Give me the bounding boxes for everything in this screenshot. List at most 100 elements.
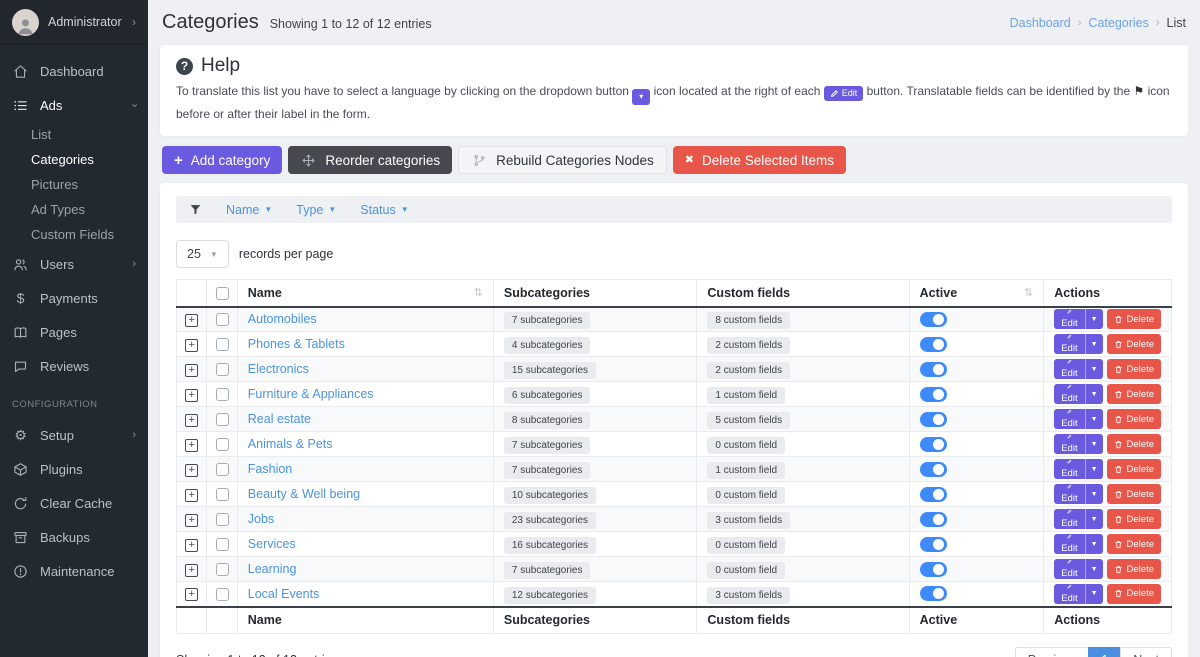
expand-row-button[interactable]: + — [185, 439, 198, 452]
next-page-button[interactable]: Next — [1120, 647, 1172, 657]
delete-button[interactable]: Delete — [1107, 434, 1161, 454]
expand-row-button[interactable]: + — [185, 564, 198, 577]
filter-status-dropdown[interactable]: Status▼ — [360, 203, 408, 217]
category-link[interactable]: Electronics — [248, 362, 309, 376]
sidebar-subitem-list[interactable]: List — [0, 122, 148, 147]
edit-button[interactable]: Edit ▼ — [1054, 359, 1102, 379]
user-menu[interactable]: Administrator › — [0, 0, 148, 45]
edit-dropdown-caret[interactable]: ▼ — [1085, 409, 1103, 429]
row-checkbox[interactable] — [216, 388, 229, 401]
sidebar-item-clear-cache[interactable]: Clear Cache — [0, 486, 148, 520]
sidebar-item-users[interactable]: Users› — [0, 247, 148, 281]
column-header-name[interactable]: Name⇅ — [237, 280, 493, 307]
breadcrumb-dashboard[interactable]: Dashboard — [1010, 16, 1071, 30]
active-toggle[interactable] — [920, 537, 947, 552]
active-toggle[interactable] — [920, 586, 947, 601]
row-checkbox[interactable] — [216, 363, 229, 376]
delete-button[interactable]: Delete — [1107, 534, 1161, 554]
sidebar-subitem-pictures[interactable]: Pictures — [0, 172, 148, 197]
breadcrumb-categories[interactable]: Categories — [1088, 16, 1148, 30]
edit-button[interactable]: Edit ▼ — [1054, 434, 1102, 454]
expand-row-button[interactable]: + — [185, 339, 198, 352]
expand-row-button[interactable]: + — [185, 588, 198, 601]
edit-button[interactable]: Edit ▼ — [1054, 584, 1102, 604]
edit-dropdown-caret[interactable]: ▼ — [1085, 559, 1103, 579]
edit-button[interactable]: Edit ▼ — [1054, 384, 1102, 404]
expand-row-button[interactable]: + — [185, 389, 198, 402]
delete-button[interactable]: Delete — [1107, 484, 1161, 504]
active-toggle[interactable] — [920, 387, 947, 402]
category-link[interactable]: Animals & Pets — [248, 437, 333, 451]
category-link[interactable]: Phones & Tablets — [248, 337, 345, 351]
category-link[interactable]: Furniture & Appliances — [248, 387, 374, 401]
row-checkbox[interactable] — [216, 338, 229, 351]
filter-type-dropdown[interactable]: Type▼ — [296, 203, 336, 217]
sidebar-subitem-categories[interactable]: Categories — [0, 147, 148, 172]
select-all-checkbox[interactable] — [216, 287, 229, 300]
previous-page-button[interactable]: Previous — [1015, 647, 1090, 657]
category-link[interactable]: Services — [248, 537, 296, 551]
edit-dropdown-caret[interactable]: ▼ — [1085, 534, 1103, 554]
active-toggle[interactable] — [920, 312, 947, 327]
edit-button[interactable]: Edit ▼ — [1054, 459, 1102, 479]
row-checkbox[interactable] — [216, 513, 229, 526]
category-link[interactable]: Automobiles — [248, 312, 317, 326]
delete-button[interactable]: Delete — [1107, 584, 1161, 604]
edit-dropdown-caret[interactable]: ▼ — [1085, 434, 1103, 454]
delete-button[interactable]: Delete — [1107, 359, 1161, 379]
delete-button[interactable]: Delete — [1107, 409, 1161, 429]
edit-dropdown-caret[interactable]: ▼ — [1085, 509, 1103, 529]
category-link[interactable]: Learning — [248, 562, 297, 576]
edit-button[interactable]: Edit ▼ — [1054, 309, 1102, 329]
sidebar-item-backups[interactable]: Backups — [0, 520, 148, 554]
edit-dropdown-caret[interactable]: ▼ — [1085, 384, 1103, 404]
edit-button[interactable]: Edit ▼ — [1054, 334, 1102, 354]
add-category-button[interactable]: + Add category — [162, 146, 282, 174]
row-checkbox[interactable] — [216, 438, 229, 451]
delete-selected-button[interactable]: ✖ Delete Selected Items — [673, 146, 846, 174]
edit-button[interactable]: Edit ▼ — [1054, 559, 1102, 579]
column-header-active[interactable]: Active⇅ — [909, 280, 1044, 307]
edit-dropdown-caret[interactable]: ▼ — [1085, 584, 1103, 604]
category-link[interactable]: Local Events — [248, 587, 320, 601]
sidebar-item-plugins[interactable]: Plugins — [0, 452, 148, 486]
category-link[interactable]: Fashion — [248, 462, 292, 476]
expand-row-button[interactable]: + — [185, 414, 198, 427]
edit-dropdown-caret[interactable]: ▼ — [1085, 484, 1103, 504]
expand-row-button[interactable]: + — [185, 314, 198, 327]
edit-button[interactable]: Edit ▼ — [1054, 409, 1102, 429]
page-1-button[interactable]: 1 — [1088, 647, 1121, 657]
row-checkbox[interactable] — [216, 588, 229, 601]
delete-button[interactable]: Delete — [1107, 459, 1161, 479]
sidebar-subitem-custom-fields[interactable]: Custom Fields — [0, 222, 148, 247]
edit-button[interactable]: Edit ▼ — [1054, 534, 1102, 554]
sidebar-item-setup[interactable]: ⚙Setup› — [0, 418, 148, 452]
delete-button[interactable]: Delete — [1107, 509, 1161, 529]
category-link[interactable]: Jobs — [248, 512, 274, 526]
sidebar-item-dashboard[interactable]: Dashboard — [0, 54, 148, 88]
edit-dropdown-caret[interactable]: ▼ — [1085, 459, 1103, 479]
expand-row-button[interactable]: + — [185, 464, 198, 477]
row-checkbox[interactable] — [216, 538, 229, 551]
row-checkbox[interactable] — [216, 488, 229, 501]
sidebar-item-maintenance[interactable]: Maintenance — [0, 554, 148, 588]
delete-button[interactable]: Delete — [1107, 384, 1161, 404]
expand-row-button[interactable]: + — [185, 539, 198, 552]
active-toggle[interactable] — [920, 487, 947, 502]
edit-dropdown-caret[interactable]: ▼ — [1085, 309, 1103, 329]
row-checkbox[interactable] — [216, 313, 229, 326]
sidebar-item-ads[interactable]: Ads› — [0, 88, 148, 122]
expand-row-button[interactable]: + — [185, 489, 198, 502]
expand-row-button[interactable]: + — [185, 364, 198, 377]
delete-button[interactable]: Delete — [1107, 559, 1161, 579]
active-toggle[interactable] — [920, 462, 947, 477]
row-checkbox[interactable] — [216, 413, 229, 426]
delete-button[interactable]: Delete — [1107, 334, 1161, 354]
edit-button[interactable]: Edit ▼ — [1054, 509, 1102, 529]
active-toggle[interactable] — [920, 437, 947, 452]
active-toggle[interactable] — [920, 412, 947, 427]
sidebar-subitem-ad-types[interactable]: Ad Types — [0, 197, 148, 222]
delete-button[interactable]: Delete — [1107, 309, 1161, 329]
row-checkbox[interactable] — [216, 563, 229, 576]
edit-dropdown-caret[interactable]: ▼ — [1085, 334, 1103, 354]
